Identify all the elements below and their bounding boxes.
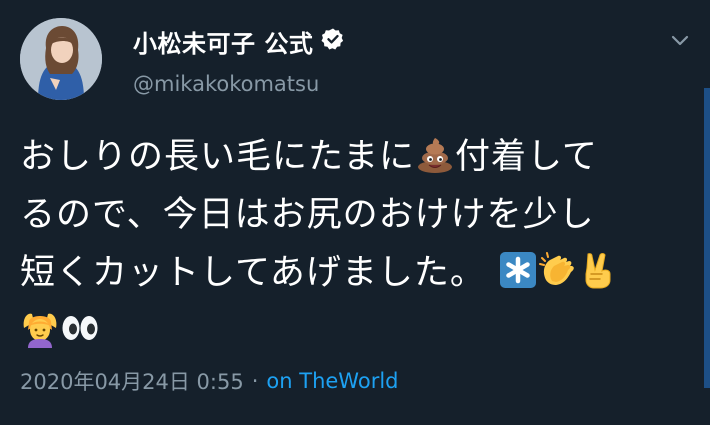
tweet-line-4	[20, 302, 698, 360]
chevron-down-icon	[671, 35, 689, 46]
tweet-meta: 2020年04月24日 0:55 · on TheWorld	[20, 366, 399, 396]
pile-of-poo-icon	[415, 134, 455, 174]
tweet-text-segment: 短くカットしてあげました。	[20, 253, 486, 293]
display-name[interactable]: 小松未可子 公式	[133, 24, 313, 59]
avatar[interactable]	[20, 18, 102, 100]
tweet-text-segment: 付着して	[454, 137, 598, 177]
tweet-timestamp[interactable]: 2020年04月24日 0:55	[20, 366, 244, 396]
tweet-menu-button[interactable]	[668, 28, 692, 52]
author-name-row[interactable]: 小松未可子 公式	[133, 24, 345, 58]
tweet-text-segment: おしりの長い毛にたまに	[20, 137, 415, 177]
author-handle[interactable]: @mikakokomatsu	[133, 72, 319, 96]
verified-badge-icon	[321, 27, 345, 55]
meta-separator: ·	[251, 369, 259, 393]
scroll-edge	[704, 88, 710, 388]
person-gesturing-ok-icon	[20, 308, 60, 348]
asterisk-key-icon	[498, 250, 538, 290]
victory-hand-icon	[578, 250, 618, 290]
tweet-line-1: おしりの長い毛にたまに 付着して	[20, 128, 698, 186]
clapping-hands-icon	[538, 250, 578, 290]
tweet-text: おしりの長い毛にたまに 付着して るので、今日はお尻のおけけを少し 短くカットし…	[20, 128, 698, 360]
tweet-client-link[interactable]: on TheWorld	[266, 369, 398, 393]
avatar-photo	[20, 18, 102, 100]
eyes-icon	[60, 308, 100, 348]
tweet-line-3: 短くカットしてあげました。	[20, 244, 698, 302]
tweet-line-2: るので、今日はお尻のおけけを少し	[20, 195, 595, 235]
